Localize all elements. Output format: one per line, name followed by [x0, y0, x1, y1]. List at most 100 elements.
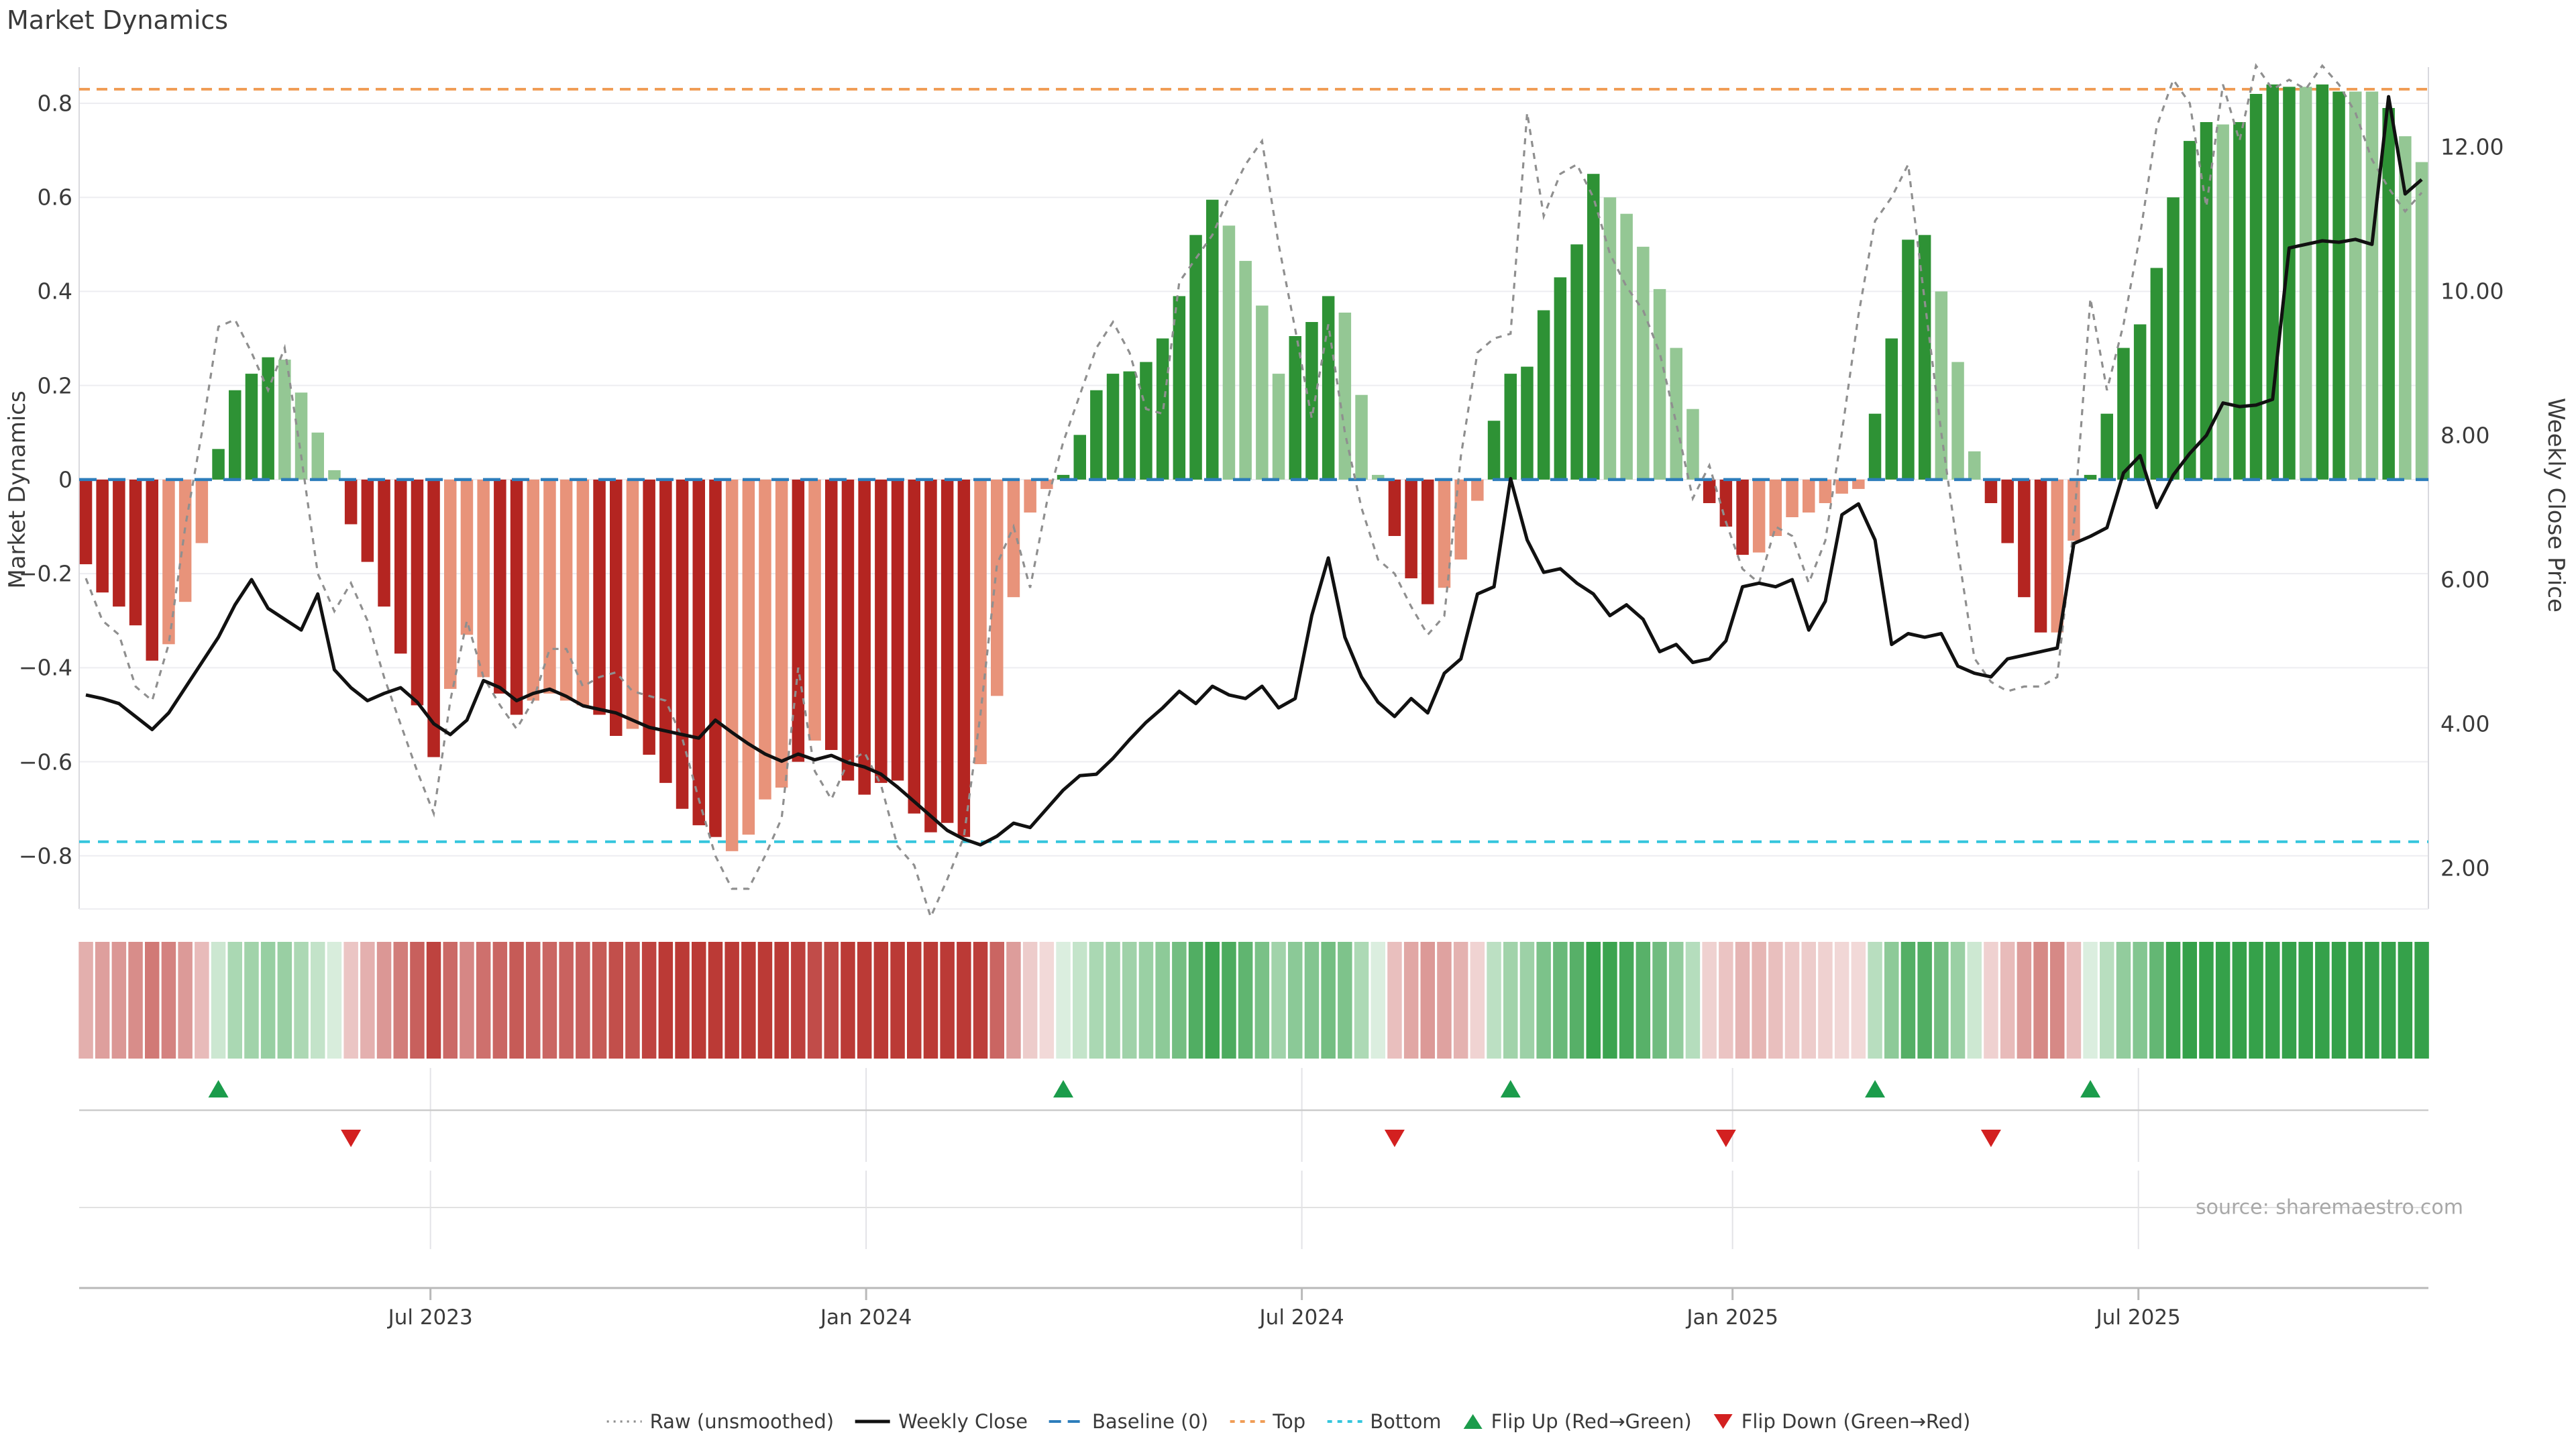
close-line-swatch-icon [854, 1413, 892, 1430]
heatmap-cell [692, 942, 706, 1059]
legend-item-flip-up: Flip Up (Red→Green) [1462, 1410, 1692, 1433]
heatmap-cell [95, 942, 110, 1059]
oscillator-bar [1968, 451, 1981, 480]
legend-label: Flip Down (Green→Red) [1741, 1410, 1971, 1433]
oscillator-bar [179, 480, 192, 602]
flip-down-marker [1981, 1130, 2001, 1147]
heatmap-cell [890, 942, 905, 1059]
oscillator-bar [1951, 362, 1964, 480]
oscillator-bar [974, 480, 987, 764]
right-axis-tick: 10.00 [2440, 278, 2504, 305]
oscillator-bar [2018, 480, 2031, 597]
left-axis-tick: −0.6 [8, 749, 72, 775]
heatmap-cell [377, 942, 392, 1059]
oscillator-bar [610, 480, 623, 736]
heatmap-cell [1139, 942, 1154, 1059]
heatmap-cell [1901, 942, 1916, 1059]
legend-label: Weekly Close [898, 1410, 1028, 1433]
oscillator-bar [2416, 162, 2428, 480]
heatmap-cell [924, 942, 938, 1059]
oscillator-bar [1720, 480, 1733, 527]
heatmap-cell [2149, 942, 2164, 1059]
heatmap-cell [278, 942, 292, 1059]
oscillator-bar [1389, 480, 1401, 536]
oscillator-bar [362, 480, 374, 562]
heatmap-cell [724, 942, 739, 1059]
heatmap-cell [211, 942, 226, 1059]
heatmap-cell [2332, 942, 2347, 1059]
oscillator-bar [1223, 225, 1236, 480]
oscillator-bar [825, 480, 838, 750]
heatmap-cell [2166, 942, 2181, 1059]
heatmap-cell [1122, 942, 1137, 1059]
heatmap-cell [228, 942, 243, 1059]
source-panel [79, 1171, 2428, 1249]
oscillator-bar [378, 480, 390, 606]
heatmap-cell [1619, 942, 1634, 1059]
flip-up-marker [1865, 1080, 1885, 1097]
oscillator-bar [1786, 480, 1799, 517]
heatmap-cell [1321, 942, 1336, 1059]
oscillator-bar [1554, 277, 1567, 480]
flip-up-marker [1501, 1080, 1521, 1097]
heatmap-cell [1172, 942, 1187, 1059]
oscillator-bar [2382, 108, 2395, 480]
oscillator-bar [875, 480, 888, 783]
heatmap-cell [1106, 942, 1120, 1059]
oscillator-bar [1273, 374, 1285, 480]
heatmap-cell [2349, 942, 2363, 1059]
oscillator-bar [262, 358, 274, 480]
flip-down-marker [1385, 1130, 1405, 1147]
heatmap-cell [1189, 942, 1203, 1059]
heatmap-cell [294, 942, 309, 1059]
oscillator-bar [461, 480, 474, 635]
heatmap-cell [476, 942, 491, 1059]
heatmap-cell [1702, 942, 1717, 1059]
oscillator-bar [246, 374, 258, 480]
oscillator-bar [676, 480, 689, 809]
oscillator-bar [1024, 480, 1036, 513]
heatmap-cell [2398, 942, 2413, 1059]
heatmap-cell [2000, 942, 2015, 1059]
oscillator-bar [212, 449, 225, 480]
heatmap-cell [1404, 942, 1419, 1059]
bottom-line-swatch-icon [1326, 1413, 1363, 1430]
heatmap-cell [1768, 942, 1783, 1059]
oscillator-bar [312, 433, 325, 480]
oscillator-bar [1670, 348, 1683, 480]
heatmap-cell [824, 942, 839, 1059]
heatmap-cell [791, 942, 806, 1059]
x-axis-tick: Jan 2024 [820, 1305, 912, 1330]
oscillator-bar [908, 480, 921, 814]
oscillator-bar [1753, 480, 1766, 553]
heatmap-cell [2414, 942, 2429, 1059]
legend-label: Flip Up (Red→Green) [1491, 1410, 1692, 1433]
oscillator-bar [494, 480, 506, 694]
heatmap-cell [625, 942, 640, 1059]
heatmap-cell [1238, 942, 1253, 1059]
heatmap-cell [1818, 942, 1833, 1059]
heatmap-cell [1669, 942, 1684, 1059]
oscillator-bar [2332, 92, 2345, 480]
heatmap-strip [78, 942, 2429, 1059]
x-axis-tick: Jul 2023 [388, 1305, 473, 1330]
legend-item-raw: Raw (unsmoothed) [606, 1410, 834, 1433]
oscillator-bar [2035, 480, 2047, 633]
oscillator-bar [1256, 306, 1269, 480]
legend-item-top: Top [1228, 1410, 1305, 1433]
heatmap-cell [1305, 942, 1320, 1059]
oscillator-bar [577, 480, 590, 706]
heatmap-cell [1884, 942, 1899, 1059]
heatmap-cell [1735, 942, 1750, 1059]
heatmap-cell [1917, 942, 1932, 1059]
flip-down-marker [341, 1130, 361, 1147]
heatmap-cell [1421, 942, 1436, 1059]
oscillator-bar [1405, 480, 1417, 578]
oscillator-bar [858, 480, 871, 795]
heatmap-cell [2282, 942, 2297, 1059]
heatmap-cell [609, 942, 624, 1059]
oscillator-bar [96, 480, 109, 592]
oscillator-bar [1090, 390, 1103, 480]
oscillator-bar [1869, 414, 1882, 480]
heatmap-cell [1686, 942, 1701, 1059]
